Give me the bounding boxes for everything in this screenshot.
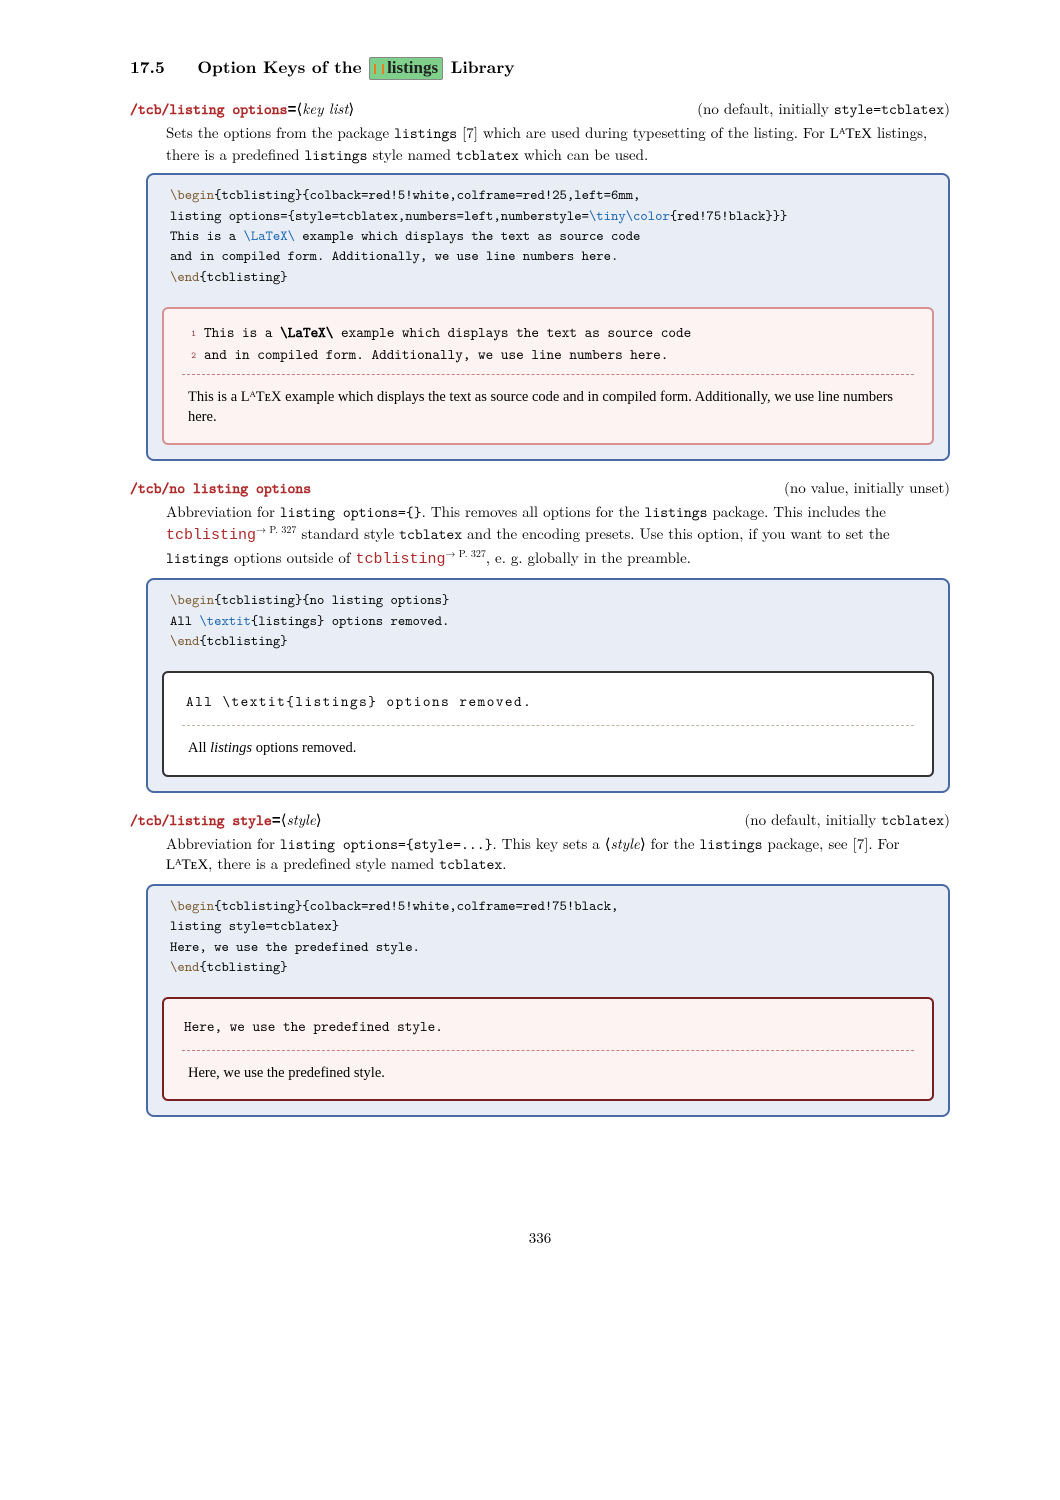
option-key-meta: (no default, initially style=tcblatex) bbox=[697, 98, 950, 119]
separator bbox=[182, 374, 914, 375]
separator bbox=[182, 725, 914, 726]
source-code: \begin{tcblisting}{colback=red!5!white,c… bbox=[148, 886, 948, 987]
compiled-area: This is a LᴬTᴇX example which displays t… bbox=[182, 383, 914, 430]
source-code: \begin{tcblisting}{colback=red!5!white,c… bbox=[148, 175, 948, 296]
page-number: 336 bbox=[130, 1227, 950, 1248]
option-description: Abbreviation for listing options={style=… bbox=[166, 834, 950, 876]
listing-area: Here, we use the predefined style. bbox=[182, 1011, 914, 1041]
option-key-arg: style bbox=[287, 809, 316, 830]
result-box: Here, we use the predefined style. Here,… bbox=[162, 997, 934, 1101]
option-description: Sets the options from the package listin… bbox=[166, 123, 950, 165]
compiled-area: All listings options removed. bbox=[182, 734, 914, 760]
option-key-header: /tcb/listing options=⟨key list⟩ (no defa… bbox=[130, 98, 950, 119]
section-title-pre: Option Keys of the bbox=[197, 55, 368, 79]
option-key-meta: (no value, initially unset) bbox=[784, 477, 950, 498]
listing-area: 1This is a \LaTeX\ example which display… bbox=[182, 321, 914, 366]
option-key-header: /tcb/no listing options (no value, initi… bbox=[130, 477, 950, 498]
result-box: 1This is a \LaTeX\ example which display… bbox=[162, 307, 934, 446]
source-code: \begin{tcblisting}{no listing options} A… bbox=[148, 580, 948, 661]
compiled-area: Here, we use the predefined style. bbox=[182, 1059, 914, 1085]
section-title-post: Library bbox=[451, 55, 515, 79]
option-key-name: /tcb/no listing options bbox=[130, 478, 311, 498]
example-box: \begin{tcblisting}{no listing options} A… bbox=[146, 578, 950, 792]
option-key-meta: (no default, initially tcblatex) bbox=[744, 809, 950, 830]
section-heading: 17.5 Option Keys of the listings Library bbox=[130, 55, 950, 80]
separator bbox=[182, 1050, 914, 1051]
listing-area: All \textit{listings} options removed. bbox=[182, 685, 914, 717]
section-number: 17.5 bbox=[130, 55, 165, 79]
example-box: \begin{tcblisting}{colback=red!5!white,c… bbox=[146, 173, 950, 461]
option-key-arg: key list bbox=[302, 98, 348, 119]
library-badge: listings bbox=[369, 57, 443, 80]
option-key-name: /tcb/listing options bbox=[130, 99, 288, 119]
option-key-name: /tcb/listing style bbox=[130, 810, 272, 830]
example-box: \begin{tcblisting}{colback=red!5!white,c… bbox=[146, 884, 950, 1117]
result-box: All \textit{listings} options removed. A… bbox=[162, 671, 934, 776]
option-description: Abbreviation for listing options={}. Thi… bbox=[166, 502, 950, 570]
option-key-header: /tcb/listing style=⟨style⟩ (no default, … bbox=[130, 809, 950, 830]
